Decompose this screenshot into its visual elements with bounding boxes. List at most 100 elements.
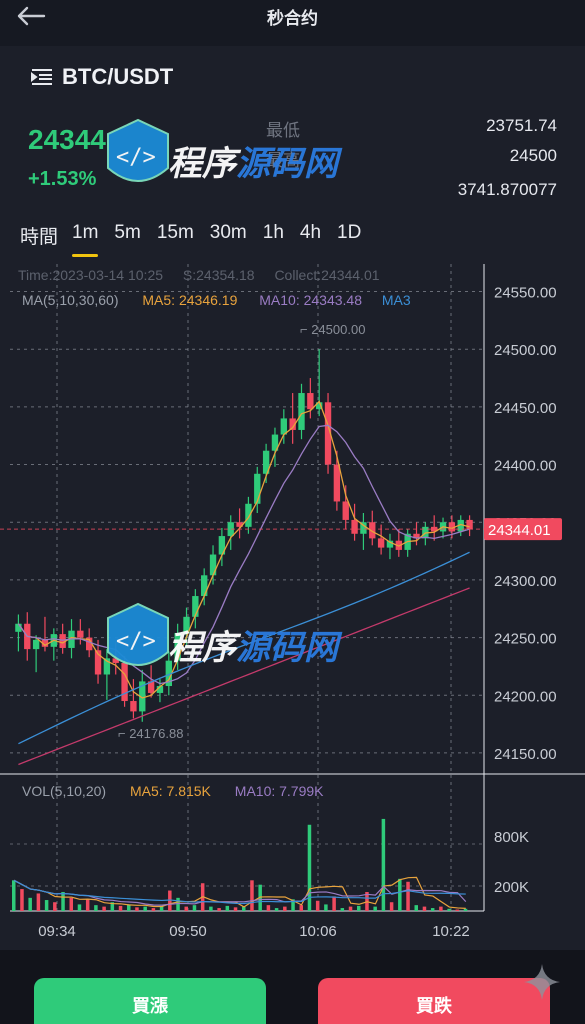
y-tick-label: 24400.00 [494,458,557,475]
volume-bar [61,892,65,911]
high-value: 24500 [509,146,557,165]
volume-bar [340,908,345,911]
pair-selector[interactable]: BTC/USDT [30,64,173,90]
candle-body [466,519,473,530]
tab-1m[interactable]: 1m [72,222,99,257]
candle-body [254,473,261,504]
x-tick-label: 10:22 [432,923,470,940]
vol-ma20-line [13,879,466,905]
x-tick-label: 10:06 [299,923,337,940]
vol-ma10-legend: MA10: 7.799K [234,783,324,799]
volume-bar [250,880,254,911]
watermark-top: </> 程序源码网 [104,112,354,221]
candle-body [245,503,252,527]
interval-tabs: 時間 1m 5m 15m 30m 1h 4h 1D [20,222,377,257]
y-tick-label: 24250.00 [494,631,557,648]
volume-bar [77,904,82,911]
volume-bar [389,902,394,911]
buy-down-button[interactable]: 買跌 [318,978,550,1024]
volume-bar [217,908,221,911]
info-line: Time:2023-03-14 10:25 S:24354.18 Collect… [18,267,380,283]
volume-bar [430,908,435,911]
watermark-text-1: 程序 [168,629,236,667]
volume-bar [233,907,238,911]
volume-bar [357,905,361,911]
volume-bar [102,906,106,911]
volume-bar [381,818,386,911]
volume-bar [332,896,336,911]
vol-tick-label: 800K [494,829,529,846]
volume-bar [85,899,90,911]
y-tick-label: 24150.00 [494,746,557,763]
tab-1d[interactable]: 1D [337,222,361,249]
volume-bar [184,906,188,911]
volume-bar [266,905,271,911]
candle-body [77,630,84,638]
volume-bar [20,889,24,911]
candle-body [342,501,349,520]
volume-bar [324,904,328,911]
y-tick-label: 24450.00 [494,400,557,417]
x-tick-label: 09:34 [38,923,76,940]
volume-bar [439,906,443,911]
candle-body [377,538,385,548]
volume-value: 3741.870077 [457,180,557,199]
current-price: 24344 [28,124,106,155]
volume-bar [176,897,180,911]
tab-4h[interactable]: 4h [300,222,321,249]
watermark-text-2: 源码网 [236,145,338,183]
tab-15m[interactable]: 15m [157,222,194,249]
y-tick-label: 24500.00 [494,342,557,359]
volume-bar [348,906,353,911]
ma-legend-label: MA(5,10,30,60) [22,292,119,308]
tab-5m[interactable]: 5m [114,222,140,249]
ma30-legend: MA3 [381,292,411,308]
menu-list-icon [31,69,52,85]
volume-bar [447,908,451,911]
watermark-text-1: 程序 [168,145,236,183]
app-root: 秒合约 BTC/USDT 24344 +1.53% 最低 23751.74 最高… [0,0,585,1024]
candle-body [333,464,341,502]
volume-bar [53,902,57,911]
vol-tick-label: 200K [494,879,529,896]
candle-body [298,393,305,430]
volume-bar [28,897,32,911]
ma5-legend: MA5: 24346.19 [142,292,238,308]
volume-bar [12,880,16,911]
vol-legend: VOL(5,10,20) MA5: 7.815K MA10: 7.799K [22,783,324,799]
tab-30m[interactable]: 30m [210,222,247,249]
volume-bar [299,905,303,911]
vol-ma5-legend: MA5: 7.815K [129,783,211,799]
volume-bar [192,905,197,911]
volume-bar [422,906,427,911]
volume-bar [455,909,460,911]
volume-bar [168,890,172,911]
volume-bar [283,906,287,911]
svg-text:</>: </> [116,145,156,170]
candle-body [201,575,208,597]
tab-1h[interactable]: 1h [263,222,284,249]
volume-bar [118,905,123,911]
volume-bar [209,906,213,911]
y-tick-label: 24550.00 [494,285,557,302]
volume-bar [398,878,402,911]
candle-body [209,554,217,576]
sparkle-icon [524,964,560,1000]
pair-name: BTC/USDT [62,64,174,89]
price-change: +1.53% [28,168,97,190]
page-title: 秒合约 [267,9,318,28]
info-collect: Collect:24344.01 [274,267,380,283]
buy-up-button[interactable]: 買漲 [34,978,266,1024]
ma10-legend: MA10: 24343.48 [259,292,362,308]
info-s: S:24354.18 [182,267,255,283]
candle-body [307,393,314,410]
volume-bar [225,905,230,911]
watermark-mid: </> 程序源码网 [104,596,354,705]
interval-label: 時間 [20,227,59,248]
volume-bar [36,893,41,911]
volume-bar [373,906,377,911]
info-time: Time:2023-03-14 10:25 [18,267,164,283]
high-annotation: ⌐ 24500.00 [300,322,365,337]
x-tick-label: 09:50 [169,923,207,940]
volume-bar [315,900,320,911]
